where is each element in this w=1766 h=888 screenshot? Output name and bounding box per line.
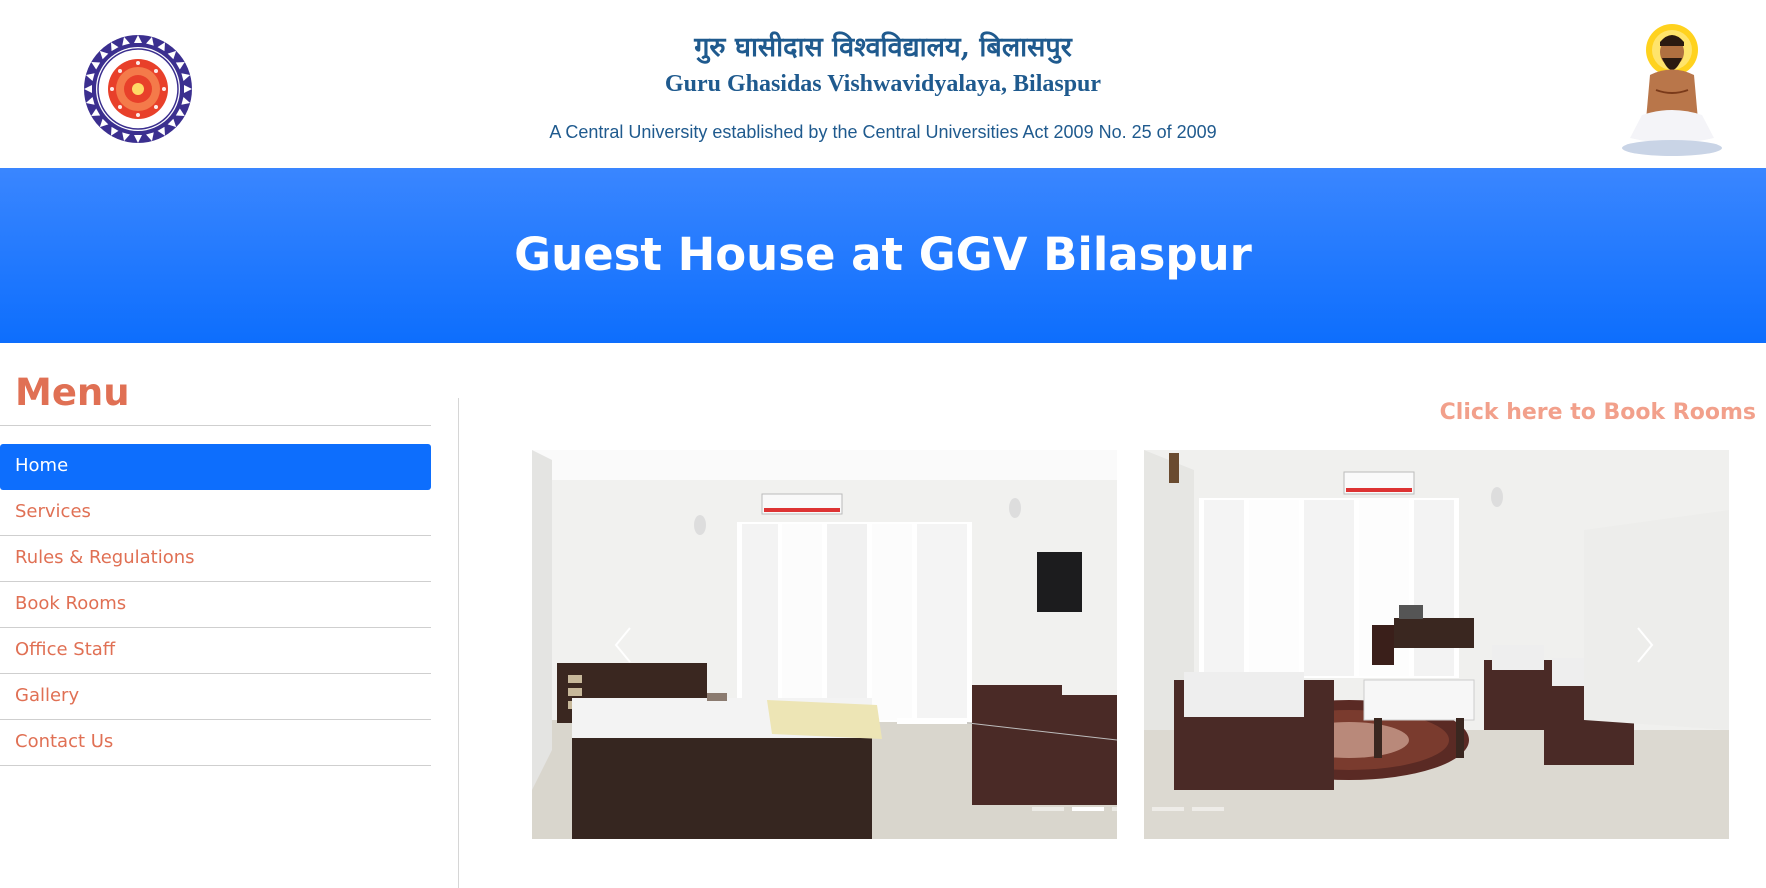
menu-heading: Menu bbox=[15, 371, 130, 414]
carousel-indicator[interactable] bbox=[1072, 807, 1104, 811]
sidebar-item-rules-regulations[interactable]: Rules & Regulations bbox=[0, 536, 431, 582]
carousel-indicator[interactable] bbox=[1192, 807, 1224, 811]
content-divider bbox=[458, 398, 459, 888]
sidebar-item-home[interactable]: Home bbox=[0, 444, 431, 490]
sidebar-menu: Home Services Rules & Regulations Book R… bbox=[0, 444, 431, 766]
photo-carousel bbox=[532, 450, 1729, 839]
sidebar-item-office-staff[interactable]: Office Staff bbox=[0, 628, 431, 674]
sidebar-item-gallery[interactable]: Gallery bbox=[0, 674, 431, 720]
carousel-indicators bbox=[1032, 807, 1224, 811]
carousel-next-icon[interactable] bbox=[1630, 620, 1660, 670]
guru-ghasidas-portrait-icon bbox=[1612, 20, 1732, 160]
page-title: Guest House at GGV Bilaspur bbox=[514, 228, 1252, 281]
carousel-indicator[interactable] bbox=[1032, 807, 1064, 811]
site-header: गुरु घासीदास विश्वविद्यालय, बिलासपुर Gur… bbox=[0, 0, 1766, 168]
carousel-indicator[interactable] bbox=[1152, 807, 1184, 811]
sidebar-item-contact-us[interactable]: Contact Us bbox=[0, 720, 431, 766]
menu-divider bbox=[0, 425, 431, 426]
sidebar-item-services[interactable]: Services bbox=[0, 490, 431, 536]
book-rooms-link[interactable]: Click here to Book Rooms bbox=[1440, 400, 1756, 425]
page-banner: Guest House at GGV Bilaspur bbox=[0, 168, 1766, 343]
carousel-indicator[interactable] bbox=[1112, 807, 1144, 811]
university-name-english: Guru Ghasidas Vishwavidyalaya, Bilaspur bbox=[664, 71, 1102, 97]
sidebar-item-book-rooms[interactable]: Book Rooms bbox=[0, 582, 431, 628]
carousel-prev-icon[interactable] bbox=[608, 620, 638, 670]
establishment-act-line: A Central University established by the … bbox=[549, 122, 1217, 142]
university-name-hindi: गुरु घासीदास विश्वविद्यालय, बिलासपुर bbox=[694, 32, 1072, 63]
